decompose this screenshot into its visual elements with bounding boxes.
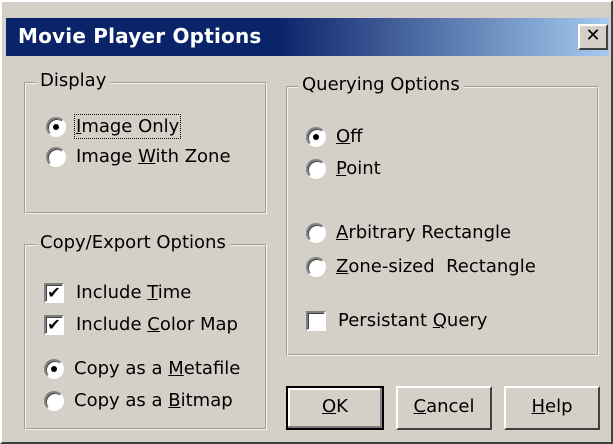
radio-copy-metafile[interactable]: Copy as a Metafile bbox=[44, 358, 240, 379]
radio-label: Off bbox=[336, 126, 363, 147]
radio-query-arbitrary-rectangle[interactable]: Arbitrary Rectangle bbox=[306, 222, 511, 243]
radio-button[interactable] bbox=[46, 116, 66, 137]
help-label: Help bbox=[531, 396, 573, 417]
radio-label: Image With Zone bbox=[76, 146, 231, 167]
checkbox-label: Include Color Map bbox=[76, 314, 238, 335]
radio-label: Point bbox=[336, 158, 381, 179]
radio-button[interactable] bbox=[46, 146, 66, 167]
copy-export-legend: Copy/Export Options bbox=[36, 232, 230, 253]
radio-label: Image Only bbox=[73, 114, 182, 139]
radio-query-zone-sized-rectangle[interactable]: Zone-sized Rectangle bbox=[306, 256, 536, 277]
check-persistant-query[interactable]: Persistant Query bbox=[306, 310, 487, 331]
check-mark-icon: ✔ bbox=[47, 282, 61, 302]
options-dialog: Movie Player Options ✕ Display Image Onl… bbox=[0, 0, 613, 444]
radio-copy-bitmap[interactable]: Copy as a Bitmap bbox=[44, 390, 233, 411]
close-button[interactable]: ✕ bbox=[578, 24, 608, 50]
radio-label: Copy as a Metafile bbox=[74, 358, 241, 379]
radio-button[interactable] bbox=[44, 390, 64, 411]
radio-label: Copy as a Bitmap bbox=[74, 390, 233, 411]
close-icon: ✕ bbox=[585, 25, 601, 46]
cancel-label: Cancel bbox=[413, 396, 475, 417]
radio-query-point[interactable]: Point bbox=[306, 158, 381, 179]
radio-image-only[interactable]: Image Only bbox=[46, 114, 182, 139]
checkbox[interactable]: ✔ bbox=[44, 282, 64, 303]
radio-button[interactable] bbox=[306, 126, 326, 147]
ok-label: OK bbox=[322, 396, 348, 417]
checkbox-label: Persistant Query bbox=[338, 310, 488, 331]
radio-button[interactable] bbox=[306, 222, 326, 243]
help-button[interactable]: Help bbox=[504, 386, 600, 430]
radio-label: Zone-sized Rectangle bbox=[336, 256, 536, 277]
checkbox[interactable]: ✔ bbox=[44, 314, 64, 335]
radio-button[interactable] bbox=[44, 358, 64, 379]
check-mark-icon: ✔ bbox=[47, 314, 61, 334]
radio-button[interactable] bbox=[306, 256, 326, 277]
radio-image-with-zone[interactable]: Image With Zone bbox=[46, 146, 231, 167]
check-include-time[interactable]: ✔ Include Time bbox=[44, 282, 191, 303]
checkbox-label: Include Time bbox=[76, 282, 192, 303]
radio-button[interactable] bbox=[306, 158, 326, 179]
display-legend: Display bbox=[36, 70, 111, 91]
title-bar[interactable]: Movie Player Options ✕ bbox=[6, 18, 609, 56]
querying-legend: Querying Options bbox=[298, 74, 464, 95]
check-include-color-map[interactable]: ✔ Include Color Map bbox=[44, 314, 238, 335]
ok-button[interactable]: OK bbox=[286, 386, 384, 430]
radio-query-off[interactable]: Off bbox=[306, 126, 363, 147]
cancel-button[interactable]: Cancel bbox=[396, 386, 492, 430]
checkbox[interactable] bbox=[306, 310, 326, 331]
dialog-title: Movie Player Options bbox=[18, 24, 262, 48]
radio-label: Arbitrary Rectangle bbox=[336, 222, 512, 243]
